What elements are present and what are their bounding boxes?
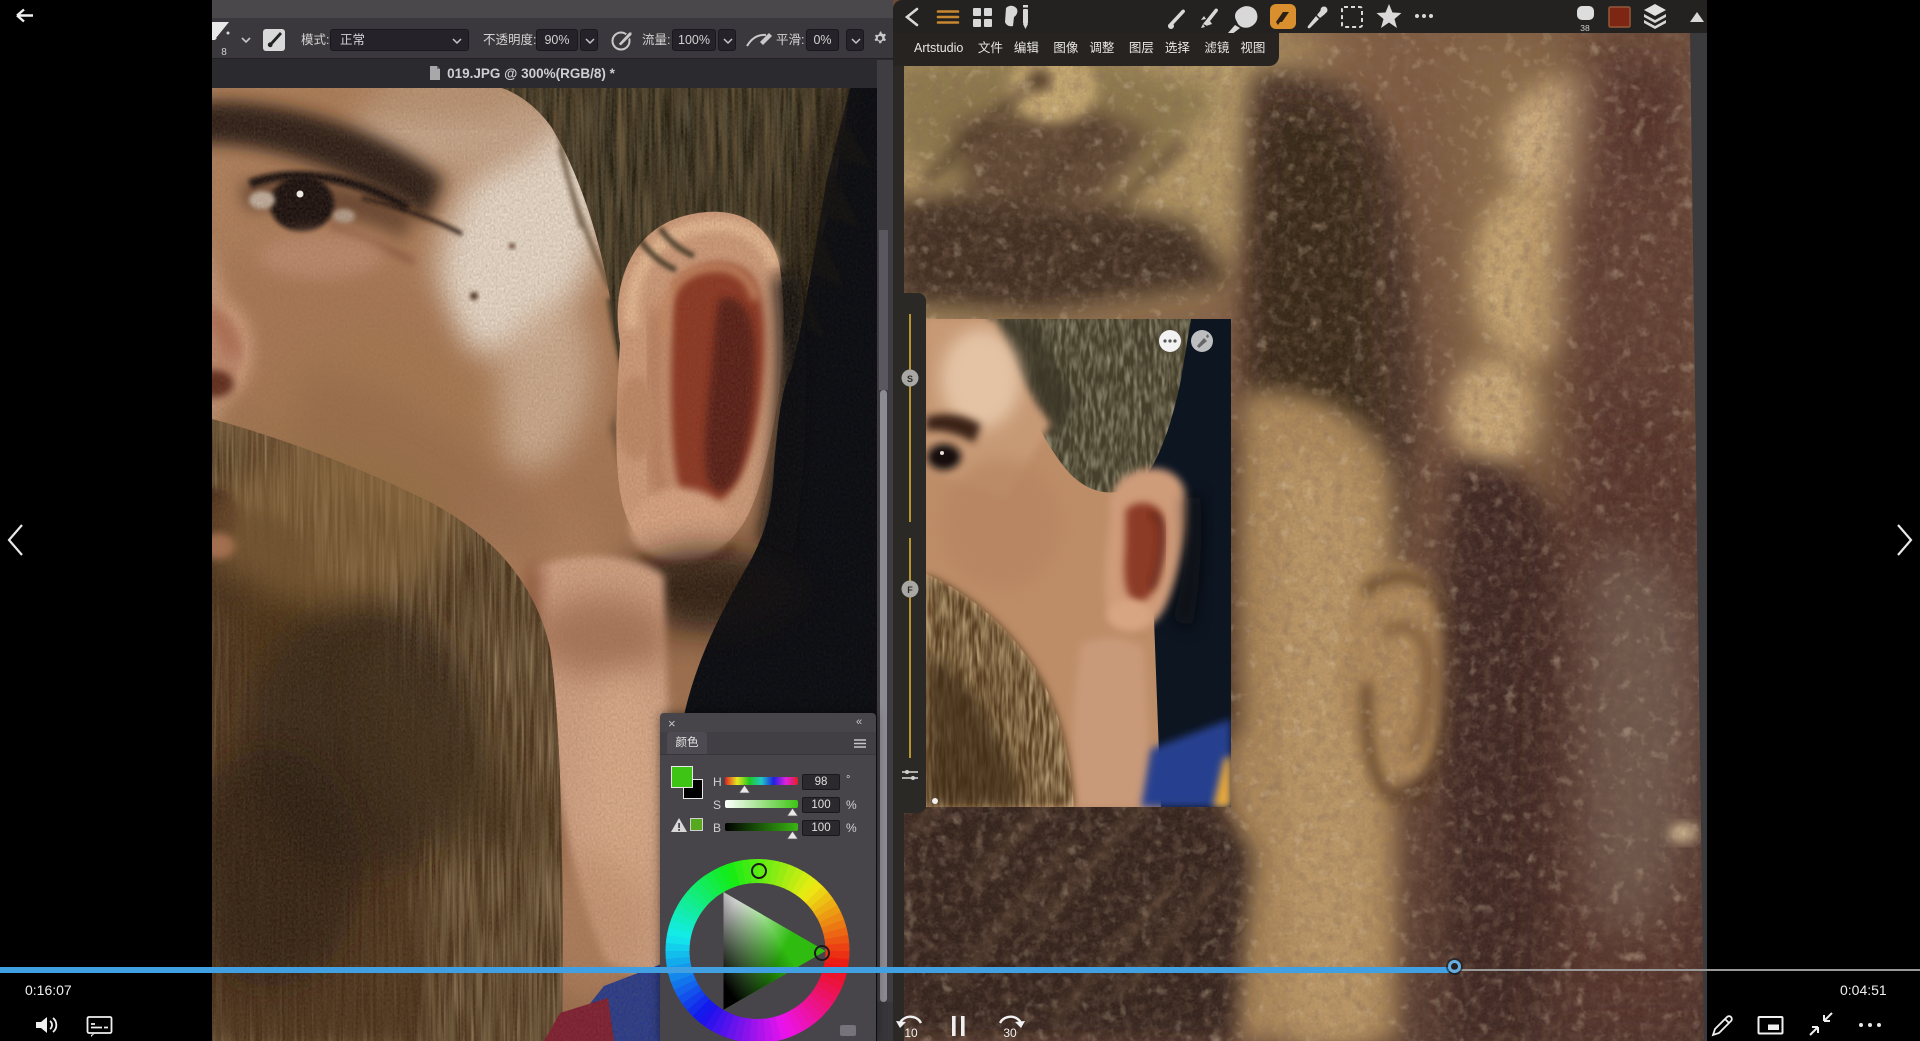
svg-text:38: 38	[1580, 23, 1590, 33]
svg-text:F: F	[907, 585, 913, 595]
svg-text:S: S	[907, 374, 913, 384]
svg-text:10: 10	[904, 1026, 918, 1040]
svg-text:8: 8	[221, 47, 227, 58]
svg-text:30: 30	[1003, 1026, 1017, 1040]
